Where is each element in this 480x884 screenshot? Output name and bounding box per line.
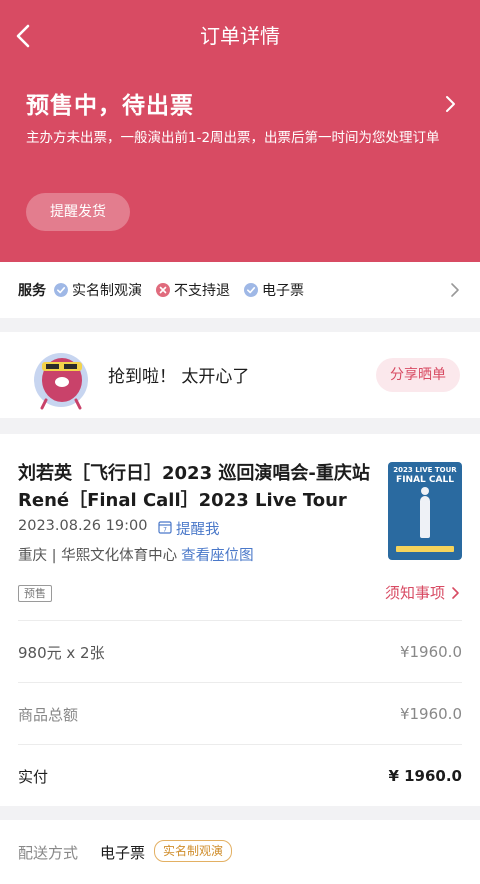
show-card: 刘若英［飞行日］2023 巡回演唱会-重庆站René［Final Call］20…	[0, 434, 480, 806]
share-banner: 抢到啦！ 太开心了 分享晒单	[0, 332, 480, 418]
price-label: 980元 x 2张	[18, 643, 105, 662]
delivery-section: 配送方式 电子票 实名制观演	[0, 820, 480, 884]
show-poster[interactable]: 2023 LIVE TOUR FINAL CALL	[388, 462, 462, 560]
status-description: 主办方未出票，一般演出前1-2周出票，出票后第一时间为您处理订单	[26, 130, 440, 146]
chevron-right-icon[interactable]	[450, 282, 460, 298]
price-value: ¥1960.0	[399, 705, 462, 723]
mascot-icon	[34, 353, 88, 410]
poster-footer-strip	[396, 546, 454, 552]
poster-title-text: FINAL CALL	[396, 475, 454, 485]
service-label: 不支持退	[174, 283, 230, 299]
delivery-label: 配送方式	[18, 844, 79, 862]
services-title: 服务	[18, 283, 46, 299]
share-order-button[interactable]: 分享晒单	[376, 358, 460, 392]
remind-ship-button[interactable]: 提醒发货	[26, 193, 130, 231]
order-status: 预售中，待出票	[26, 93, 194, 119]
realname-badge: 实名制观演	[154, 840, 233, 862]
seat-map-link[interactable]: 查看座位图	[181, 548, 254, 564]
service-item-no-refund: 不支持退	[156, 280, 230, 300]
page-title: 订单详情	[200, 24, 280, 48]
show-venue: 重庆 | 华熙文化体育中心 查看座位图	[18, 544, 254, 565]
price-value: ¥1960.0	[399, 643, 462, 661]
price-row-paid: 实付 ¥ 1960.0	[18, 744, 462, 807]
service-item-realname: 实名制观演	[54, 280, 142, 300]
check-icon	[244, 283, 258, 297]
check-icon	[54, 283, 68, 297]
price-row-subtotal: 商品总额 ¥1960.0	[18, 682, 462, 745]
svg-text:7: 7	[163, 527, 167, 534]
service-item-eticket: 电子票	[244, 280, 304, 300]
service-label: 实名制观演	[72, 283, 142, 299]
price-row-unit: 980元 x 2张 ¥1960.0	[18, 620, 462, 683]
order-status-header: 订单详情 预售中，待出票 主办方未出票，一般演出前1-2周出票，出票后第一时间为…	[0, 0, 480, 262]
x-icon	[156, 283, 170, 297]
notice-label: 须知事项	[384, 584, 445, 602]
show-datetime: 2023.08.26 19:00	[18, 518, 148, 534]
service-label: 电子票	[262, 283, 304, 299]
services-bar[interactable]: 服务 实名制观演 不支持退 电子票	[0, 262, 480, 318]
price-value: ¥ 1960.0	[388, 767, 462, 785]
delivery-value: 电子票	[100, 844, 146, 862]
calendar-icon[interactable]: 7	[158, 520, 172, 534]
share-message: 抢到啦！ 太开心了	[108, 367, 250, 387]
presale-badge: 预售	[18, 585, 52, 602]
poster-figure-head	[421, 487, 429, 495]
notice-link[interactable]: 须知事项	[385, 582, 460, 603]
chevron-right-icon	[452, 586, 459, 599]
poster-tour-text: 2023 LIVE TOUR	[393, 466, 457, 474]
venue-text: 重庆 | 华熙文化体育中心	[18, 548, 178, 564]
show-title[interactable]: 刘若英［飞行日］2023 巡回演唱会-重庆站René［Final Call］20…	[18, 460, 378, 514]
poster-figure	[420, 496, 430, 538]
remind-me-link[interactable]: 提醒我	[176, 518, 220, 539]
chevron-right-icon[interactable]	[442, 92, 458, 116]
price-label: 实付	[18, 767, 49, 786]
price-label: 商品总额	[18, 705, 79, 724]
